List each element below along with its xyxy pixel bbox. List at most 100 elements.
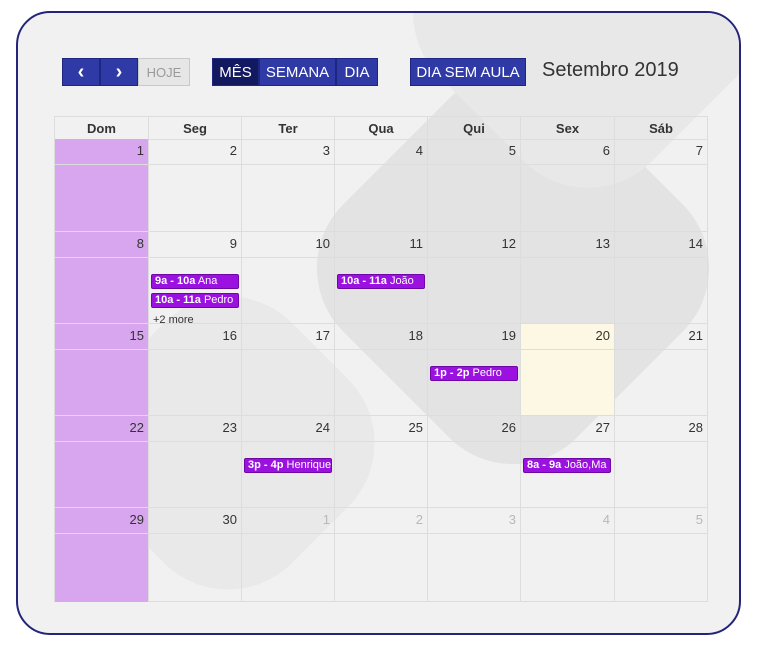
cell-divider bbox=[242, 164, 334, 165]
day-cell[interactable]: 29 bbox=[55, 508, 149, 602]
calendar-card: ‹ › HOJE MÊS SEMANA DIA DIA SEM AULA Set… bbox=[16, 11, 741, 635]
day-number: 9 bbox=[229, 236, 237, 251]
day-cell[interactable]: 2 bbox=[149, 139, 242, 232]
event-item[interactable]: 8a - 9a João,Ma bbox=[523, 458, 611, 473]
cell-divider bbox=[615, 533, 707, 534]
event-item[interactable]: 3p - 4p Henrique bbox=[244, 458, 332, 473]
day-cell[interactable]: 14 bbox=[615, 232, 707, 324]
day-cell[interactable]: 22 bbox=[55, 416, 149, 508]
day-cell[interactable]: 12 bbox=[428, 232, 521, 324]
cell-divider bbox=[335, 441, 427, 442]
day-number: 12 bbox=[501, 236, 516, 251]
day-cell[interactable]: 21 bbox=[615, 324, 707, 416]
day-number: 3 bbox=[508, 512, 516, 527]
day-cell[interactable]: 3 bbox=[242, 139, 335, 232]
day-cell[interactable]: 1 bbox=[242, 508, 335, 602]
cell-divider bbox=[615, 164, 707, 165]
weekday-label: Seg bbox=[149, 117, 242, 139]
day-cell[interactable]: 5 bbox=[428, 139, 521, 232]
event-time: 8a - 9a bbox=[527, 459, 562, 471]
today-button[interactable]: HOJE bbox=[138, 58, 190, 86]
chevron-left-icon: ‹ bbox=[77, 60, 85, 83]
cell-divider bbox=[149, 257, 241, 258]
weekday-header: Dom Seg Ter Qua Qui Sex Sáb bbox=[55, 117, 707, 140]
week-view-button[interactable]: SEMANA bbox=[259, 58, 336, 86]
day-cell[interactable]: 4 bbox=[521, 508, 615, 602]
day-cell[interactable]: 16 bbox=[149, 324, 242, 416]
day-number: 17 bbox=[315, 328, 330, 343]
day-number: 8 bbox=[136, 236, 144, 251]
cell-divider bbox=[335, 533, 427, 534]
day-number: 1 bbox=[136, 143, 144, 158]
weekday-label: Dom bbox=[55, 117, 149, 139]
day-number: 5 bbox=[508, 143, 516, 158]
day-cell[interactable]: 3 bbox=[428, 508, 521, 602]
event-item[interactable]: 9a - 10a Ana bbox=[151, 274, 239, 289]
cell-divider bbox=[242, 441, 334, 442]
cell-divider bbox=[615, 441, 707, 442]
weekday-label: Ter bbox=[242, 117, 335, 139]
day-number: 4 bbox=[602, 512, 610, 527]
month-view-button[interactable]: MÊS bbox=[212, 58, 259, 86]
day-cell[interactable]: 25 bbox=[335, 416, 428, 508]
day-cell[interactable]: 5 bbox=[615, 508, 707, 602]
event-time: 9a - 10a bbox=[155, 275, 196, 287]
cell-divider bbox=[55, 164, 148, 165]
event-item[interactable]: 10a - 11a João bbox=[337, 274, 425, 289]
day-cell[interactable]: 18 bbox=[335, 324, 428, 416]
event-title: Ana bbox=[197, 275, 218, 287]
event-title: Pedro bbox=[472, 367, 502, 379]
day-cell[interactable]: 1 bbox=[55, 139, 149, 232]
cell-divider bbox=[242, 349, 334, 350]
event-item[interactable]: 1p - 2p Pedro bbox=[430, 366, 518, 381]
day-cell[interactable]: 10 bbox=[242, 232, 335, 324]
day-cell[interactable]: 30 bbox=[149, 508, 242, 602]
cell-divider bbox=[55, 441, 148, 442]
day-number: 15 bbox=[129, 328, 144, 343]
cell-divider bbox=[428, 257, 520, 258]
day-number: 11 bbox=[409, 236, 424, 251]
next-button[interactable]: › bbox=[100, 58, 138, 86]
event-title: Pedro bbox=[203, 294, 234, 306]
day-number: 19 bbox=[501, 328, 516, 343]
prev-button[interactable]: ‹ bbox=[62, 58, 100, 86]
day-cell[interactable]: 15 bbox=[55, 324, 149, 416]
weekday-label: Sex bbox=[521, 117, 615, 139]
cell-divider bbox=[428, 164, 520, 165]
month-grid: Dom Seg Ter Qua Qui Sex Sáb 1 2 3 4 5 6 7 8 9 10 1… bbox=[54, 116, 708, 602]
day-number: 6 bbox=[602, 143, 610, 158]
more-events-link[interactable]: +2 more bbox=[153, 314, 194, 326]
event-title: Henrique bbox=[286, 459, 332, 471]
day-number: 7 bbox=[695, 143, 703, 158]
day-cell[interactable]: 28 bbox=[615, 416, 707, 508]
no-class-day-button[interactable]: DIA SEM AULA bbox=[410, 58, 526, 86]
day-number: 30 bbox=[222, 512, 237, 527]
day-cell[interactable]: 26 bbox=[428, 416, 521, 508]
day-cell[interactable]: 6 bbox=[521, 139, 615, 232]
day-number: 13 bbox=[595, 236, 610, 251]
day-cell[interactable]: 20 bbox=[521, 324, 615, 416]
day-cell[interactable]: 2 bbox=[335, 508, 428, 602]
cell-divider bbox=[521, 349, 614, 350]
cell-divider bbox=[521, 257, 614, 258]
cell-divider bbox=[149, 164, 241, 165]
cell-divider bbox=[521, 533, 614, 534]
day-cell[interactable]: 23 bbox=[149, 416, 242, 508]
day-number: 3 bbox=[322, 143, 330, 158]
day-cell[interactable]: 7 bbox=[615, 139, 707, 232]
weekday-label: Qua bbox=[335, 117, 428, 139]
cell-divider bbox=[149, 441, 241, 442]
day-cell[interactable]: 13 bbox=[521, 232, 615, 324]
day-cell[interactable]: 4 bbox=[335, 139, 428, 232]
weekday-label: Qui bbox=[428, 117, 521, 139]
event-item[interactable]: 10a - 11a Pedro bbox=[151, 293, 239, 308]
event-time: 3p - 4p bbox=[248, 459, 284, 471]
day-cell[interactable]: 17 bbox=[242, 324, 335, 416]
event-title: João,Ma bbox=[564, 459, 607, 471]
day-number: 5 bbox=[695, 512, 703, 527]
day-number: 21 bbox=[688, 328, 703, 343]
day-view-button[interactable]: DIA bbox=[336, 58, 378, 86]
day-number: 27 bbox=[595, 420, 610, 435]
weekday-label: Sáb bbox=[649, 120, 673, 136]
day-cell[interactable]: 8 bbox=[55, 232, 149, 324]
